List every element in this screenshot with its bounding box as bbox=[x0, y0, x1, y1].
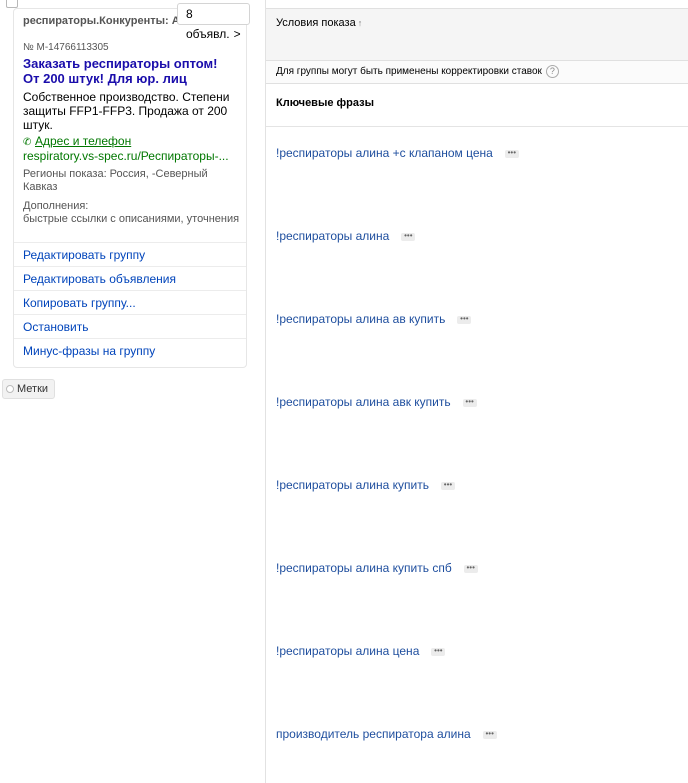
keyword-row: !респираторы алина цена ••• bbox=[266, 625, 688, 708]
more-icon[interactable]: ••• bbox=[431, 646, 446, 656]
stop-link[interactable]: Остановить bbox=[14, 314, 246, 338]
conditions-column: Условия показа ↑ Для группы могут быть пр… bbox=[265, 0, 688, 783]
more-icon[interactable]: ••• bbox=[462, 397, 477, 407]
keyword-row: !респираторы алина купить спб ••• bbox=[266, 542, 688, 625]
more-icon[interactable]: ••• bbox=[504, 148, 519, 158]
conditions-title-label: Условия показа bbox=[276, 17, 356, 29]
keyword-item: !респираторы алина цена ••• bbox=[276, 644, 446, 658]
bid-adjustments-text: Для группы могут быть применены корректи… bbox=[276, 65, 559, 78]
more-icon[interactable]: ••• bbox=[440, 480, 455, 490]
ad-text: Собственное производство. Степени защиты… bbox=[23, 90, 230, 132]
keywords-title: Ключевые фразы bbox=[276, 97, 374, 109]
keywords-list: !респираторы алина +с клапаном цена ••• !… bbox=[266, 127, 688, 783]
keyword-link[interactable]: !респираторы алина +с клапаном цена bbox=[276, 146, 493, 160]
ad-extras-title: Дополнения: bbox=[23, 200, 89, 212]
keyword-link[interactable]: !респираторы алина купить bbox=[276, 478, 429, 492]
keyword-row: !респираторы алина +с клапаном цена ••• bbox=[266, 127, 688, 210]
ad-title[interactable]: Заказать респираторы оптом! От 200 штук!… bbox=[23, 56, 223, 86]
bid-adjustments-note: Для группы могут быть применены корректи… bbox=[266, 60, 688, 84]
keyword-link[interactable]: !респираторы алина bbox=[276, 229, 389, 243]
sort-arrow-icon: ↑ bbox=[357, 18, 363, 28]
edit-ads-link[interactable]: Редактировать объявления bbox=[14, 266, 246, 290]
chevron-right-icon: > bbox=[233, 27, 241, 41]
ads-count-label: 8 объявл. bbox=[186, 7, 230, 41]
keyword-row: производитель респиратора алина ••• bbox=[266, 708, 688, 783]
conditions-title[interactable]: Условия показа ↑ bbox=[276, 17, 362, 29]
ad-contacts[interactable]: ✆ Адрес и телефон bbox=[23, 134, 131, 148]
more-icon[interactable]: ••• bbox=[457, 314, 472, 324]
keyword-link[interactable]: производитель респиратора алина bbox=[276, 727, 471, 741]
keyword-item: !респираторы алина +с клапаном цена ••• bbox=[276, 146, 519, 160]
keyword-row: !респираторы алина авк купить ••• bbox=[266, 376, 688, 459]
negative-keywords-link[interactable]: Минус-фразы на группу bbox=[14, 338, 246, 362]
edit-group-link[interactable]: Редактировать группу bbox=[14, 242, 246, 266]
ad-id: № М-14766113305 bbox=[23, 42, 109, 53]
ad-card: 8 объявл. > респираторы.Конкуренты: Алина… bbox=[13, 3, 250, 368]
more-icon[interactable]: ••• bbox=[463, 563, 478, 573]
contacts-label[interactable]: Адрес и телефон bbox=[35, 134, 131, 148]
group-checkbox[interactable] bbox=[6, 0, 18, 8]
copy-group-link[interactable]: Копировать группу... bbox=[14, 290, 246, 314]
more-icon[interactable]: ••• bbox=[401, 231, 416, 241]
tag-icon bbox=[6, 385, 14, 393]
phone-icon: ✆ bbox=[23, 137, 32, 148]
ad-regions: Регионы показа: Россия, -Северный Кавказ bbox=[23, 168, 208, 193]
keyword-row: !респираторы алина ••• bbox=[266, 210, 688, 293]
ad-url[interactable]: respiratory.vs-spec.ru/Респираторы-... bbox=[23, 149, 229, 163]
keyword-link[interactable]: !респираторы алина купить спб bbox=[276, 561, 452, 575]
ads-count-button[interactable]: 8 объявл. > bbox=[177, 3, 250, 41]
keyword-row: !респираторы алина ав купить ••• bbox=[266, 293, 688, 376]
group-actions: Редактировать группу Редактировать объяв… bbox=[14, 242, 246, 362]
bid-adjustments-label: Для группы могут быть применены корректи… bbox=[276, 66, 542, 78]
keyword-item: !респираторы алина купить ••• bbox=[276, 478, 455, 492]
keyword-link[interactable]: !респираторы алина цена bbox=[276, 644, 419, 658]
ad-extras: быстрые ссылки с описаниями, уточнения bbox=[23, 213, 240, 225]
keyword-link[interactable]: !респираторы алина ав купить bbox=[276, 312, 445, 326]
help-icon[interactable]: ? bbox=[545, 65, 559, 78]
keyword-row: !респираторы алина купить ••• bbox=[266, 459, 688, 542]
keyword-item: !респираторы алина авк купить ••• bbox=[276, 395, 477, 409]
keyword-item: !респираторы алина ••• bbox=[276, 229, 416, 243]
tags-button[interactable]: Метки bbox=[2, 379, 56, 399]
keyword-item: !респираторы алина купить спб ••• bbox=[276, 561, 478, 575]
group-column: 8 объявл. > респираторы.Конкуренты: Алина… bbox=[0, 0, 265, 783]
conditions-header: Условия показа ↑ bbox=[266, 8, 688, 60]
tags-label: Метки bbox=[17, 383, 49, 395]
keyword-link[interactable]: !респираторы алина авк купить bbox=[276, 395, 451, 409]
keywords-header: Ключевые фразы bbox=[266, 84, 688, 127]
keyword-item: !респираторы алина ав купить ••• bbox=[276, 312, 472, 326]
more-icon[interactable]: ••• bbox=[482, 729, 497, 739]
keyword-item: производитель респиратора алина ••• bbox=[276, 727, 497, 741]
